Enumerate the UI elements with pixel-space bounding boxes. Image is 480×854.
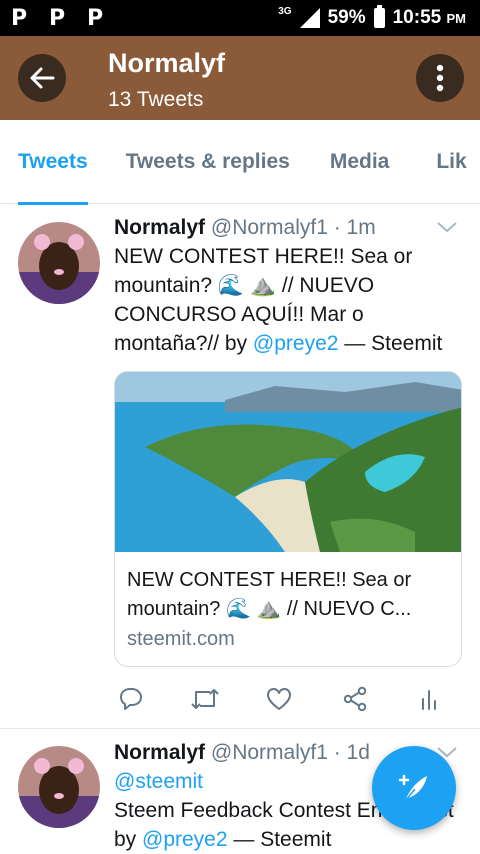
card-title: NEW CONTEST HERE!! Sea or mountain? 🌊 ⛰️…: [127, 569, 412, 620]
tweet-count: 13 Tweets: [108, 88, 204, 111]
author-handle[interactable]: @Normalyf1: [211, 216, 328, 239]
clock-time: 10:55: [392, 7, 442, 28]
analytics-icon: [422, 690, 436, 710]
mention-link[interactable]: @steemit: [114, 770, 203, 793]
retweet-button[interactable]: [190, 684, 220, 714]
notification-icon-2: P: [48, 5, 66, 31]
battery-icon: [373, 5, 385, 28]
tweet-text-by: by: [114, 828, 143, 851]
chevron-down-icon[interactable]: [436, 220, 458, 234]
share-icon: [343, 686, 367, 712]
heart-icon: [267, 688, 291, 710]
author-handle[interactable]: @Normalyf1: [211, 741, 328, 764]
clock: 10:55 PM: [393, 7, 466, 29]
notification-icon-1: P: [10, 5, 28, 31]
author-name[interactable]: Normalyf: [114, 216, 205, 239]
tab-likes[interactable]: Lik: [436, 120, 466, 204]
like-button[interactable]: [264, 684, 294, 714]
notification-icon-3: P: [86, 5, 104, 31]
tab-tweets-and-replies[interactable]: Tweets & replies: [126, 120, 290, 204]
clock-ampm: PM: [446, 11, 467, 26]
profile-tabs: Tweets Tweets & replies Media Lik: [0, 120, 480, 205]
analytics-button[interactable]: [414, 684, 444, 714]
tweet-content: Normalyf @Normalyf1 · 1m NEW CONTEST HER…: [114, 216, 462, 358]
tweet-time: · 1m: [333, 216, 376, 239]
reply-icon: [120, 688, 142, 710]
vertical-dots-icon: [436, 64, 444, 92]
tweet-item[interactable]: Normalyf @Normalyf1 · 1m NEW CONTEST HER…: [0, 204, 480, 728]
tweet-text-suffix: — Steemit: [227, 828, 332, 851]
tweet-text-suffix: — Steemit: [338, 332, 443, 355]
more-options-button[interactable]: [416, 54, 464, 102]
share-button[interactable]: [340, 684, 370, 714]
compose-tweet-button[interactable]: [372, 746, 456, 830]
tweet-text: NEW CONTEST HERE!! Sea or mountain? 🌊 ⛰️…: [114, 242, 462, 358]
avatar[interactable]: [18, 222, 100, 304]
tab-media[interactable]: Media: [330, 120, 390, 204]
page-title: Normalyf: [108, 48, 226, 78]
status-bar: P P P 3G 59% 10:55 PM: [0, 0, 480, 36]
compose-feather-icon: [398, 774, 427, 802]
arrow-left-icon: [30, 67, 55, 89]
tweet-actions: [114, 684, 454, 714]
mention-link[interactable]: @preye2: [142, 828, 228, 851]
avatar[interactable]: [18, 746, 100, 828]
status-right: 3G 59% 10:55 PM: [278, 0, 466, 36]
back-button[interactable]: [18, 54, 66, 102]
profile-header: Normalyf 13 Tweets: [0, 36, 480, 120]
tab-tweets[interactable]: Tweets: [18, 120, 88, 205]
card-image: [115, 372, 461, 552]
author-name[interactable]: Normalyf: [114, 741, 205, 764]
network-type: 3G: [278, 5, 292, 17]
tweet-meta: Normalyf @Normalyf1 · 1m: [114, 216, 462, 240]
retweet-icon: [191, 689, 219, 709]
reply-button[interactable]: [116, 684, 146, 714]
tweet-time: · 1d: [333, 741, 370, 764]
signal-icon: [299, 8, 320, 28]
mention-link[interactable]: @preye2: [253, 332, 339, 355]
battery-percent: 59%: [327, 7, 366, 28]
card-domain: steemit.com: [127, 628, 235, 650]
link-card[interactable]: NEW CONTEST HERE!! Sea or mountain? 🌊 ⛰️…: [114, 371, 462, 667]
